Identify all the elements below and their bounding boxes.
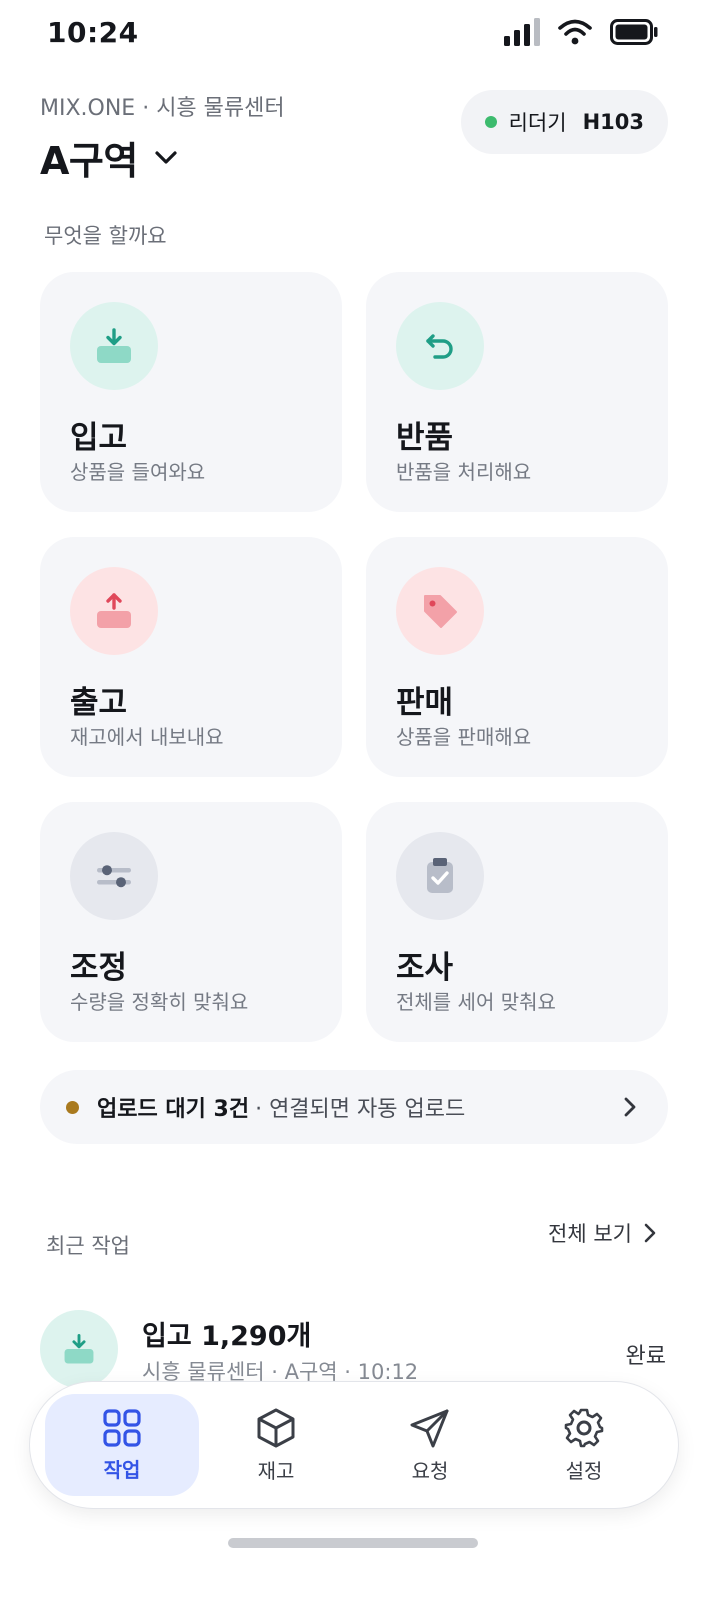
tile-adjust[interactable]: 조정 수량을 정확히 맞춰요 bbox=[40, 802, 342, 1042]
tab-label: 재고 bbox=[257, 1458, 295, 1483]
send-icon bbox=[410, 1409, 449, 1447]
tile-sale[interactable]: 판매 상품을 판매해요 bbox=[366, 537, 668, 777]
tile-title: 조사 bbox=[396, 950, 454, 986]
tile-title: 판매 bbox=[396, 685, 454, 721]
tile-subtitle: 상품을 판매해요 bbox=[396, 725, 532, 749]
header: MIX.ONE · 시흥 물류센터 A구역 리더기 H103 bbox=[40, 88, 668, 188]
tab-work[interactable]: 작업 bbox=[45, 1394, 199, 1496]
tab-label: 작업 bbox=[103, 1457, 141, 1482]
status-bar: 10:24 bbox=[0, 0, 720, 68]
chevron-down-icon bbox=[155, 150, 177, 164]
upload-pending-banner[interactable]: 업로드 대기 3건 · 연결되면 자동 업로드 bbox=[40, 1070, 668, 1144]
bottom-tab-bar: 작업 재고 요청 설정 bbox=[30, 1382, 678, 1508]
tab-label: 설정 bbox=[565, 1458, 603, 1483]
cellular-signal-icon bbox=[504, 18, 540, 46]
device-label: 리더기 bbox=[508, 111, 567, 135]
tab-settings[interactable]: 설정 bbox=[507, 1394, 661, 1496]
tab-label: 요청 bbox=[411, 1458, 449, 1483]
online-dot bbox=[484, 116, 497, 128]
org-line: MIX.ONE · 시흥 물류센터 bbox=[40, 96, 285, 121]
tab-request[interactable]: 요청 bbox=[353, 1394, 507, 1496]
gear-icon bbox=[564, 1408, 604, 1447]
zone-title: A구역 bbox=[40, 139, 138, 183]
section-actions-label: 무엇을 할까요 bbox=[44, 224, 167, 248]
clipboard-check-icon bbox=[396, 832, 484, 920]
upload-pending-note: · 연결되면 자동 업로드 bbox=[255, 1097, 466, 1122]
tile-subtitle: 반품을 처리해요 bbox=[396, 460, 532, 484]
sliders-icon bbox=[70, 832, 158, 920]
tile-subtitle: 전체를 세어 맞춰요 bbox=[396, 990, 556, 1014]
tile-title: 조정 bbox=[70, 950, 128, 986]
recent-item-status: 완료 bbox=[625, 1344, 666, 1369]
inbound-icon bbox=[70, 302, 158, 390]
inbound-icon bbox=[40, 1310, 118, 1388]
tile-title: 반품 bbox=[396, 420, 454, 456]
tile-outbound[interactable]: 출고 재고에서 내보내요 bbox=[40, 537, 342, 777]
device-id: H103 bbox=[582, 110, 644, 134]
tile-title: 출고 bbox=[70, 685, 128, 721]
status-time: 10:24 bbox=[47, 16, 139, 49]
recent-item[interactable]: 입고 1,290개 시흥 물류센터 · A구역 · 10:12 완료 bbox=[40, 1310, 668, 1390]
home-indicator bbox=[228, 1538, 478, 1548]
tile-inbound[interactable]: 입고 상품을 들여와요 bbox=[40, 272, 342, 512]
tab-inventory[interactable]: 재고 bbox=[199, 1394, 353, 1496]
chevron-right-icon bbox=[624, 1097, 636, 1117]
tile-subtitle: 재고에서 내보내요 bbox=[70, 725, 224, 749]
return-icon bbox=[396, 302, 484, 390]
recent-item-title: 입고 1,290개 bbox=[142, 1321, 312, 1352]
recent-label: 최근 작업 bbox=[46, 1234, 130, 1258]
pending-dot bbox=[66, 1100, 79, 1114]
chevron-right-icon bbox=[644, 1223, 656, 1243]
sale-tag-icon bbox=[396, 567, 484, 655]
see-all-link[interactable]: 전체 보기 bbox=[548, 1218, 660, 1248]
tile-title: 입고 bbox=[70, 420, 128, 456]
grid-icon bbox=[103, 1408, 141, 1447]
outbound-icon bbox=[70, 567, 158, 655]
battery-icon bbox=[610, 19, 658, 45]
status-icons bbox=[504, 18, 658, 46]
recent-header: 최근 작업 전체 보기 bbox=[46, 1222, 660, 1262]
upload-pending-count: 업로드 대기 3건 bbox=[97, 1097, 250, 1122]
zone-selector[interactable]: A구역 bbox=[40, 130, 180, 185]
tile-return[interactable]: 반품 반품을 처리해요 bbox=[366, 272, 668, 512]
see-all-label: 전체 보기 bbox=[548, 1222, 632, 1246]
tile-subtitle: 수량을 정확히 맞춰요 bbox=[70, 990, 249, 1014]
box-icon bbox=[257, 1408, 295, 1447]
tile-survey[interactable]: 조사 전체를 세어 맞춰요 bbox=[366, 802, 668, 1042]
device-status-pill[interactable]: 리더기 H103 bbox=[460, 90, 668, 154]
wifi-icon bbox=[558, 19, 592, 45]
tile-subtitle: 상품을 들여와요 bbox=[70, 460, 206, 484]
